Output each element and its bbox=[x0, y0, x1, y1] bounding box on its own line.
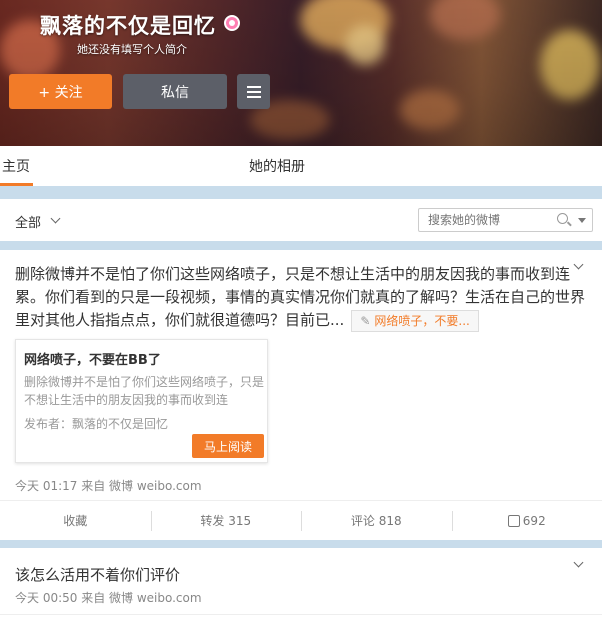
section-divider bbox=[0, 186, 602, 199]
like-count: 692 bbox=[522, 513, 546, 528]
article-summary: 删除微博并不是怕了你们这些网络喷子，只是不想让生活中的朋友因我的事而收到连 bbox=[24, 375, 265, 407]
female-gender-icon bbox=[224, 15, 240, 31]
profile-tabs: 主页 她的相册 bbox=[0, 146, 602, 186]
article-card[interactable]: 网络喷子，不要在BB了 删除微博并不是怕了你们这些网络喷子，只是不想让生活中的朋… bbox=[15, 339, 268, 463]
hamburger-icon bbox=[246, 85, 261, 98]
search-dropdown-icon[interactable] bbox=[578, 218, 586, 223]
post-text: 删除微博并不是怕了你们这些网络喷子，只是不想让生活中的朋友因我的事而收到连 累。… bbox=[15, 263, 586, 332]
message-button[interactable]: 私信 bbox=[123, 74, 227, 109]
repost-label: 转发 315 bbox=[200, 514, 252, 528]
post-meta: 今天 01:17 来自 微博 weibo.com bbox=[15, 479, 202, 493]
repost-button[interactable]: 转发 315 bbox=[150, 501, 302, 540]
like-button[interactable]: 692 bbox=[451, 501, 602, 540]
article-publisher: 发布者：飘落的不仅是回忆 bbox=[24, 417, 169, 431]
article-title: 网络喷子，不要在BB了 bbox=[24, 353, 161, 368]
article-link-chip[interactable]: ✎ 网络喷子，不要... bbox=[351, 309, 479, 332]
post-actions-partial bbox=[0, 614, 602, 631]
post-actions: 收藏 转发 315 评论 818 692 bbox=[0, 500, 602, 540]
post-text-line: 累。你们看到的只是一段视频，事情的真实情况你们就真的了解吗？生活在自己的世界 bbox=[15, 288, 586, 306]
post-text-line: 里对其他人指指点点，你们就很道德吗？目前已... ✎ 网络喷子，不要... bbox=[15, 309, 575, 332]
thumbs-up-icon bbox=[507, 514, 520, 527]
favorite-label: 收藏 bbox=[63, 514, 88, 528]
comment-button[interactable]: 评论 818 bbox=[301, 501, 452, 540]
post-text: 该怎么活用不着你们评价 bbox=[15, 566, 181, 584]
post-text-line: 删除微博并不是怕了你们这些网络喷子，只是不想让生活中的朋友因我的事而收到连 bbox=[15, 265, 571, 283]
chevron-down-icon[interactable] bbox=[50, 213, 61, 224]
follow-button[interactable]: + 关注 bbox=[9, 74, 112, 109]
comment-label: 评论 818 bbox=[350, 514, 402, 528]
article-link-label: 网络喷子，不要... bbox=[374, 313, 470, 328]
post-meta: 今天 00:50 来自 微博 weibo.com bbox=[15, 591, 202, 605]
read-now-button[interactable]: 马上阅读 bbox=[192, 434, 264, 458]
section-divider bbox=[0, 540, 602, 548]
profile-username: 飘落的不仅是回忆 bbox=[40, 14, 216, 38]
profile-bio: 她还没有填写个人简介 bbox=[77, 43, 187, 56]
paperclip-icon: ✎ bbox=[360, 313, 371, 328]
tab-album[interactable]: 她的相册 bbox=[249, 156, 305, 176]
section-divider bbox=[0, 241, 602, 250]
more-menu-button[interactable] bbox=[237, 74, 270, 109]
filter-all-dropdown[interactable]: 全部 bbox=[15, 212, 41, 231]
favorite-button[interactable]: 收藏 bbox=[0, 501, 151, 540]
tab-home[interactable]: 主页 bbox=[2, 156, 30, 176]
search-icon[interactable] bbox=[557, 213, 568, 224]
post-text-line-content: 里对其他人指指点点，你们就很道德吗？目前已... bbox=[15, 311, 345, 329]
